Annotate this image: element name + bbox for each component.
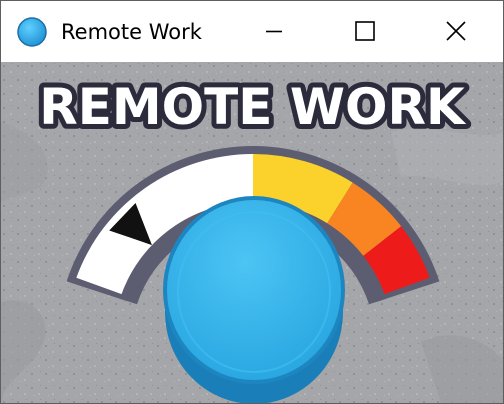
work-push-button[interactable]	[163, 196, 345, 403]
maximize-icon	[355, 21, 375, 41]
game-heading: REMOTE WORK	[39, 78, 467, 136]
maximize-button[interactable]	[342, 1, 388, 61]
window-title: Remote Work	[61, 20, 202, 44]
close-icon	[446, 21, 466, 41]
close-button[interactable]	[433, 1, 479, 61]
app-globe-icon	[17, 17, 47, 47]
minimize-icon	[266, 30, 282, 33]
title-bar[interactable]: Remote Work	[1, 1, 503, 62]
button-top[interactable]	[163, 196, 345, 384]
game-scene: REMOTE WORK	[1, 62, 503, 403]
app-window: Remote Work REMOTE WORK	[0, 0, 504, 404]
game-area: REMOTE WORK	[1, 62, 503, 403]
minimize-button[interactable]	[251, 1, 297, 61]
